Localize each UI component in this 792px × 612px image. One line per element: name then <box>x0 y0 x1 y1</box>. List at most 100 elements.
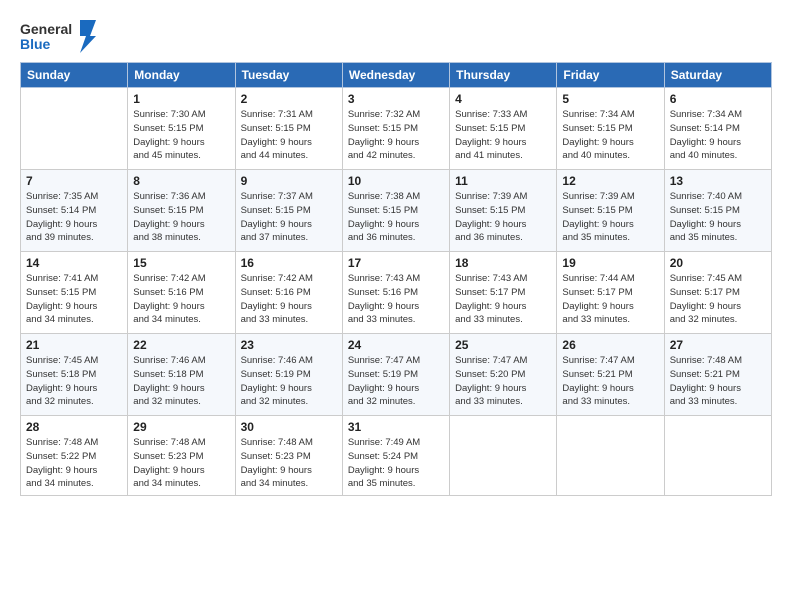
day-number: 26 <box>562 338 658 352</box>
day-number: 28 <box>26 420 122 434</box>
day-info: Sunrise: 7:32 AMSunset: 5:15 PMDaylight:… <box>348 108 444 163</box>
day-cell-25: 25Sunrise: 7:47 AMSunset: 5:20 PMDayligh… <box>450 334 557 416</box>
day-number: 31 <box>348 420 444 434</box>
day-cell-10: 10 Sunrise: 7:38 AMSunset: 5:15 PMDayligh… <box>342 170 449 252</box>
day-info: Sunrise: 7:35 AMSunset: 5:14 PMDaylight:… <box>26 190 122 245</box>
day-info: Sunrise: 7:48 AMSunset: 5:22 PMDaylight:… <box>26 436 122 491</box>
day-number: 24 <box>348 338 444 352</box>
week-row-5: 28 Sunrise: 7:48 AMSunset: 5:22 PMDayligh… <box>21 416 772 496</box>
day-cell-23: 23Sunrise: 7:46 AMSunset: 5:19 PMDayligh… <box>235 334 342 416</box>
day-info: Sunrise: 7:41 AMSunset: 5:15 PMDaylight:… <box>26 272 122 327</box>
day-cell-1: 1 Sunrise: 7:30 AMSunset: 5:15 PMDaylight… <box>128 88 235 170</box>
day-number: 18 <box>455 256 551 270</box>
day-number: 9 <box>241 174 337 188</box>
day-number: 16 <box>241 256 337 270</box>
day-info: Sunrise: 7:30 AMSunset: 5:15 PMDaylight:… <box>133 108 229 163</box>
day-info: Sunrise: 7:39 AMSunset: 5:15 PMDaylight:… <box>562 190 658 245</box>
day-cell-14: 14 Sunrise: 7:41 AMSunset: 5:15 PMDayligh… <box>21 252 128 334</box>
day-cell-24: 24 Sunrise: 7:47 AMSunset: 5:19 PMDayligh… <box>342 334 449 416</box>
day-info: Sunrise: 7:40 AMSunset: 5:15 PMDaylight:… <box>670 190 766 245</box>
day-cell-18: 18 Sunrise: 7:43 AMSunset: 5:17 PMDayligh… <box>450 252 557 334</box>
day-info: Sunrise: 7:46 AMSunset: 5:18 PMDaylight:… <box>133 354 229 409</box>
day-info: Sunrise: 7:31 AMSunset: 5:15 PMDaylight:… <box>241 108 337 163</box>
weekday-header-row: SundayMondayTuesdayWednesdayThursdayFrid… <box>21 63 772 88</box>
day-number: 6 <box>670 92 766 106</box>
day-number: 14 <box>26 256 122 270</box>
logo: General Blue <box>20 18 100 56</box>
week-row-2: 7 Sunrise: 7:35 AMSunset: 5:14 PMDaylight… <box>21 170 772 252</box>
day-info: Sunrise: 7:34 AMSunset: 5:14 PMDaylight:… <box>670 108 766 163</box>
day-info: Sunrise: 7:44 AMSunset: 5:17 PMDaylight:… <box>562 272 658 327</box>
day-info: Sunrise: 7:43 AMSunset: 5:17 PMDaylight:… <box>455 272 551 327</box>
weekday-header-monday: Monday <box>128 63 235 88</box>
day-number: 29 <box>133 420 229 434</box>
day-cell-27: 27 Sunrise: 7:48 AMSunset: 5:21 PMDayligh… <box>664 334 771 416</box>
logo-svg: General Blue <box>20 18 100 56</box>
day-cell-26: 26Sunrise: 7:47 AMSunset: 5:21 PMDayligh… <box>557 334 664 416</box>
day-number: 25 <box>455 338 551 352</box>
week-row-1: 1 Sunrise: 7:30 AMSunset: 5:15 PMDaylight… <box>21 88 772 170</box>
day-number: 5 <box>562 92 658 106</box>
day-info: Sunrise: 7:43 AMSunset: 5:16 PMDaylight:… <box>348 272 444 327</box>
day-cell-28: 28 Sunrise: 7:48 AMSunset: 5:22 PMDayligh… <box>21 416 128 496</box>
day-info: Sunrise: 7:48 AMSunset: 5:21 PMDaylight:… <box>670 354 766 409</box>
day-cell-9: 9 Sunrise: 7:37 AMSunset: 5:15 PMDaylight… <box>235 170 342 252</box>
day-number: 30 <box>241 420 337 434</box>
day-cell-19: 19 Sunrise: 7:44 AMSunset: 5:17 PMDayligh… <box>557 252 664 334</box>
day-number: 13 <box>670 174 766 188</box>
day-cell-20: 20 Sunrise: 7:45 AMSunset: 5:17 PMDayligh… <box>664 252 771 334</box>
day-info: Sunrise: 7:45 AMSunset: 5:18 PMDaylight:… <box>26 354 122 409</box>
calendar-table: SundayMondayTuesdayWednesdayThursdayFrid… <box>20 62 772 496</box>
weekday-header-tuesday: Tuesday <box>235 63 342 88</box>
weekday-header-wednesday: Wednesday <box>342 63 449 88</box>
day-info: Sunrise: 7:38 AMSunset: 5:15 PMDaylight:… <box>348 190 444 245</box>
day-cell-22: 22Sunrise: 7:46 AMSunset: 5:18 PMDayligh… <box>128 334 235 416</box>
day-number: 19 <box>562 256 658 270</box>
day-cell-31: 31 Sunrise: 7:49 AMSunset: 5:24 PMDayligh… <box>342 416 449 496</box>
day-info: Sunrise: 7:45 AMSunset: 5:17 PMDaylight:… <box>670 272 766 327</box>
day-info: Sunrise: 7:49 AMSunset: 5:24 PMDaylight:… <box>348 436 444 491</box>
day-cell-30: 30 Sunrise: 7:48 AMSunset: 5:23 PMDayligh… <box>235 416 342 496</box>
day-cell-21: 21 Sunrise: 7:45 AMSunset: 5:18 PMDayligh… <box>21 334 128 416</box>
page: General Blue SundayMondayTuesdayWednesda… <box>0 0 792 612</box>
svg-text:Blue: Blue <box>20 36 51 52</box>
day-number: 15 <box>133 256 229 270</box>
day-cell-3: 3Sunrise: 7:32 AMSunset: 5:15 PMDaylight… <box>342 88 449 170</box>
day-cell-29: 29 Sunrise: 7:48 AMSunset: 5:23 PMDayligh… <box>128 416 235 496</box>
day-cell-8: 8 Sunrise: 7:36 AMSunset: 5:15 PMDaylight… <box>128 170 235 252</box>
day-number: 12 <box>562 174 658 188</box>
day-cell-6: 6 Sunrise: 7:34 AMSunset: 5:14 PMDaylight… <box>664 88 771 170</box>
day-number: 10 <box>348 174 444 188</box>
day-number: 2 <box>241 92 337 106</box>
day-info: Sunrise: 7:37 AMSunset: 5:15 PMDaylight:… <box>241 190 337 245</box>
day-info: Sunrise: 7:47 AMSunset: 5:19 PMDaylight:… <box>348 354 444 409</box>
empty-cell <box>450 416 557 496</box>
day-number: 8 <box>133 174 229 188</box>
day-number: 1 <box>133 92 229 106</box>
day-cell-5: 5 Sunrise: 7:34 AMSunset: 5:15 PMDaylight… <box>557 88 664 170</box>
day-number: 20 <box>670 256 766 270</box>
weekday-header-saturday: Saturday <box>664 63 771 88</box>
day-info: Sunrise: 7:48 AMSunset: 5:23 PMDaylight:… <box>241 436 337 491</box>
day-number: 27 <box>670 338 766 352</box>
day-cell-11: 11Sunrise: 7:39 AMSunset: 5:15 PMDayligh… <box>450 170 557 252</box>
day-info: Sunrise: 7:36 AMSunset: 5:15 PMDaylight:… <box>133 190 229 245</box>
day-number: 21 <box>26 338 122 352</box>
weekday-header-friday: Friday <box>557 63 664 88</box>
day-number: 23 <box>241 338 337 352</box>
empty-cell <box>21 88 128 170</box>
weekday-header-thursday: Thursday <box>450 63 557 88</box>
day-number: 4 <box>455 92 551 106</box>
day-info: Sunrise: 7:48 AMSunset: 5:23 PMDaylight:… <box>133 436 229 491</box>
week-row-3: 14 Sunrise: 7:41 AMSunset: 5:15 PMDayligh… <box>21 252 772 334</box>
day-info: Sunrise: 7:34 AMSunset: 5:15 PMDaylight:… <box>562 108 658 163</box>
week-row-4: 21 Sunrise: 7:45 AMSunset: 5:18 PMDayligh… <box>21 334 772 416</box>
day-cell-12: 12 Sunrise: 7:39 AMSunset: 5:15 PMDayligh… <box>557 170 664 252</box>
header: General Blue <box>20 18 772 56</box>
day-cell-13: 13 Sunrise: 7:40 AMSunset: 5:15 PMDayligh… <box>664 170 771 252</box>
day-info: Sunrise: 7:39 AMSunset: 5:15 PMDaylight:… <box>455 190 551 245</box>
day-cell-17: 17Sunrise: 7:43 AMSunset: 5:16 PMDayligh… <box>342 252 449 334</box>
empty-cell <box>664 416 771 496</box>
day-number: 7 <box>26 174 122 188</box>
day-info: Sunrise: 7:42 AMSunset: 5:16 PMDaylight:… <box>241 272 337 327</box>
